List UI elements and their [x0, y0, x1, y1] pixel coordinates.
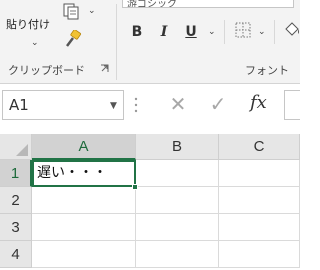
cell-b2[interactable]: [136, 187, 219, 214]
cell-c2[interactable]: [219, 187, 300, 214]
column-header-a[interactable]: A: [32, 134, 136, 160]
borders-icon[interactable]: [235, 22, 251, 38]
chevron-down-icon[interactable]: ▼: [110, 101, 117, 111]
underline-button[interactable]: U: [184, 22, 198, 42]
cell-c1[interactable]: [219, 160, 300, 187]
cell-a4[interactable]: [32, 241, 136, 268]
font-name-box[interactable]: 游ゴシック: [122, 0, 294, 8]
group-divider: [116, 4, 117, 80]
column-header-b[interactable]: B: [136, 134, 219, 160]
cell-a3[interactable]: [32, 214, 136, 241]
column-header-c[interactable]: C: [219, 134, 300, 160]
paste-button[interactable]: 貼り付け ⌄: [6, 4, 52, 52]
fill-color-icon[interactable]: [283, 20, 300, 40]
formula-bar: A1 ▼ ✕ ✓ fx: [0, 84, 300, 134]
cell-a2[interactable]: [32, 187, 136, 214]
copy-icon[interactable]: [62, 2, 80, 20]
cell-b1[interactable]: [136, 160, 219, 187]
bold-button[interactable]: B: [129, 22, 145, 42]
excel-window: 貼り付け ⌄ ⌄ クリップボード 游ゴシック B I U ⌄ ⌄ フォント A1…: [0, 0, 300, 270]
clipboard-group-label: クリップボード: [8, 64, 85, 77]
enter-icon[interactable]: ✓: [206, 92, 230, 116]
row-header-2[interactable]: 2: [0, 187, 32, 214]
row-header-4[interactable]: 4: [0, 241, 32, 268]
cancel-icon[interactable]: ✕: [166, 92, 190, 116]
ribbon: 貼り付け ⌄ ⌄ クリップボード 游ゴシック B I U ⌄ ⌄ フォント: [0, 0, 300, 84]
italic-button[interactable]: I: [157, 22, 171, 42]
insert-function-button[interactable]: fx: [250, 92, 267, 113]
chevron-down-icon[interactable]: ⌄: [88, 6, 96, 16]
cell-c4[interactable]: [219, 241, 300, 268]
worksheet-grid: A B C 1 2 3 4 遅い・・・: [0, 134, 300, 270]
cell-c3[interactable]: [219, 214, 300, 241]
select-all-button[interactable]: [0, 134, 32, 160]
row-header-1[interactable]: 1: [0, 160, 32, 187]
cell-b3[interactable]: [136, 214, 219, 241]
divider: [274, 20, 275, 44]
paste-label: 貼り付け: [6, 18, 50, 31]
formula-input[interactable]: [284, 90, 300, 120]
chevron-down-icon[interactable]: ⌄: [208, 27, 216, 37]
cell-a1[interactable]: 遅い・・・: [32, 160, 136, 187]
cell-b4[interactable]: [136, 241, 219, 268]
name-box[interactable]: A1: [2, 90, 124, 120]
resize-handle-icon[interactable]: [134, 96, 138, 114]
fill-handle[interactable]: [132, 184, 138, 190]
row-header-3[interactable]: 3: [0, 214, 32, 241]
format-painter-icon[interactable]: [64, 30, 82, 48]
font-group-label: フォント: [245, 64, 289, 77]
select-all-triangle-icon: [16, 144, 28, 156]
chevron-down-icon: ⌄: [31, 38, 39, 48]
divider: [224, 20, 225, 44]
chevron-down-icon[interactable]: ⌄: [258, 27, 266, 37]
dialog-launcher-icon[interactable]: [100, 64, 109, 73]
